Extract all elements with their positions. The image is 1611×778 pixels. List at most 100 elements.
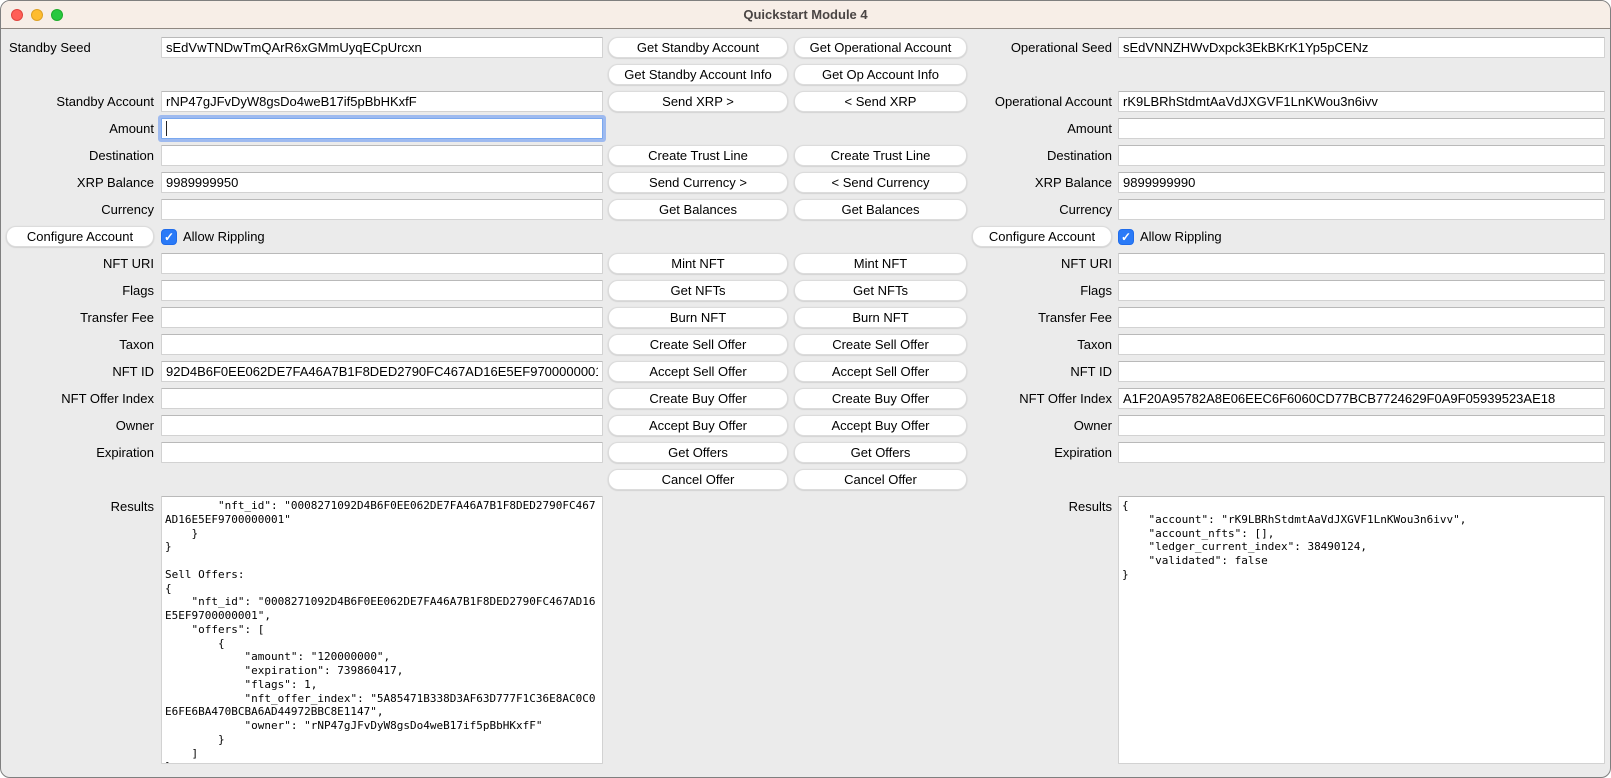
standby-burn-nft-button[interactable]: Burn NFT [608, 307, 788, 328]
operational-nft-uri-label: NFT URI [972, 256, 1112, 271]
operational-create-trust-line-button[interactable]: Create Trust Line [794, 145, 967, 166]
standby-mint-nft-button[interactable]: Mint NFT [608, 253, 788, 274]
standby-nft-id-input[interactable] [161, 361, 603, 382]
operational-xrp-balance-label: XRP Balance [972, 175, 1112, 190]
row-nft-uri: NFT URI Mint NFT Mint NFT NFT URI [6, 253, 1604, 274]
operational-nft-offer-index-input[interactable] [1118, 388, 1605, 409]
get-standby-account-button[interactable]: Get Standby Account [608, 37, 788, 58]
send-currency-right-button[interactable]: Send Currency > [608, 172, 788, 193]
operational-taxon-input[interactable] [1118, 334, 1605, 355]
operational-create-sell-offer-button[interactable]: Create Sell Offer [794, 334, 967, 355]
operational-burn-nft-button[interactable]: Burn NFT [794, 307, 967, 328]
standby-seed-label: Standby Seed [6, 40, 154, 55]
operational-allow-rippling-checkbox[interactable]: ✓ [1118, 229, 1134, 245]
operational-xrp-balance-input[interactable] [1118, 172, 1605, 193]
send-xrp-left-button[interactable]: < Send XRP [794, 91, 967, 112]
standby-expiration-label: Expiration [6, 445, 154, 460]
operational-seed-label: Operational Seed [972, 40, 1112, 55]
close-button-icon[interactable] [11, 9, 23, 21]
operational-mint-nft-button[interactable]: Mint NFT [794, 253, 967, 274]
standby-amount-input[interactable] [161, 118, 603, 139]
standby-get-balances-button[interactable]: Get Balances [608, 199, 788, 220]
operational-get-balances-button[interactable]: Get Balances [794, 199, 967, 220]
operational-results-label: Results [972, 496, 1112, 514]
operational-configure-account-button[interactable]: Configure Account [972, 226, 1112, 247]
operational-results-textarea[interactable]: { "account": "rK9LBRhStdmtAaVdJXGVF1LnKW… [1118, 496, 1605, 764]
standby-xrp-balance-label: XRP Balance [6, 175, 154, 190]
row-owner: Owner Accept Buy Offer Accept Buy Offer … [6, 415, 1604, 436]
operational-account-label: Operational Account [972, 94, 1112, 109]
send-currency-left-button[interactable]: < Send Currency [794, 172, 967, 193]
operational-amount-label: Amount [972, 121, 1112, 136]
operational-get-nfts-button[interactable]: Get NFTs [794, 280, 967, 301]
operational-allow-rippling-group: ✓ Allow Rippling [1118, 226, 1605, 247]
operational-accept-buy-offer-button[interactable]: Accept Buy Offer [794, 415, 967, 436]
standby-cancel-offer-button[interactable]: Cancel Offer [608, 469, 788, 490]
row-currency: Currency Get Balances Get Balances Curre… [6, 199, 1604, 220]
row-taxon: Taxon Create Sell Offer Create Sell Offe… [6, 334, 1604, 355]
standby-destination-label: Destination [6, 148, 154, 163]
standby-transfer-fee-label: Transfer Fee [6, 310, 154, 325]
standby-account-input[interactable] [161, 91, 603, 112]
standby-owner-input[interactable] [161, 415, 603, 436]
standby-get-nfts-button[interactable]: Get NFTs [608, 280, 788, 301]
title-bar[interactable]: Quickstart Module 4 [1, 1, 1610, 29]
operational-transfer-fee-input[interactable] [1118, 307, 1605, 328]
standby-expiration-input[interactable] [161, 442, 603, 463]
operational-nft-uri-input[interactable] [1118, 253, 1605, 274]
standby-currency-input[interactable] [161, 199, 603, 220]
operational-owner-label: Owner [972, 418, 1112, 433]
operational-destination-input[interactable] [1118, 145, 1605, 166]
operational-accept-sell-offer-button[interactable]: Accept Sell Offer [794, 361, 967, 382]
standby-results-textarea[interactable]: "nft_id": "0008271092D4B6F0EE062DE7FA46A… [161, 496, 603, 764]
operational-currency-input[interactable] [1118, 199, 1605, 220]
standby-allow-rippling-checkbox[interactable]: ✓ [161, 229, 177, 245]
operational-cancel-offer-button[interactable]: Cancel Offer [794, 469, 967, 490]
operational-flags-label: Flags [972, 283, 1112, 298]
operational-get-offers-button[interactable]: Get Offers [794, 442, 967, 463]
operational-owner-input[interactable] [1118, 415, 1605, 436]
standby-allow-rippling-label: Allow Rippling [183, 229, 265, 244]
operational-allow-rippling-label: Allow Rippling [1140, 229, 1222, 244]
operational-expiration-input[interactable] [1118, 442, 1605, 463]
get-operational-account-button[interactable]: Get Operational Account [794, 37, 967, 58]
standby-configure-account-button[interactable]: Configure Account [6, 226, 154, 247]
row-amount: Amount Amount [6, 118, 1604, 139]
operational-nft-id-input[interactable] [1118, 361, 1605, 382]
operational-flags-input[interactable] [1118, 280, 1605, 301]
standby-flags-label: Flags [6, 283, 154, 298]
standby-accept-sell-offer-button[interactable]: Accept Sell Offer [608, 361, 788, 382]
standby-create-trust-line-button[interactable]: Create Trust Line [608, 145, 788, 166]
send-xrp-right-button[interactable]: Send XRP > [608, 91, 788, 112]
standby-create-buy-offer-button[interactable]: Create Buy Offer [608, 388, 788, 409]
standby-amount-label: Amount [6, 121, 154, 136]
standby-create-sell-offer-button[interactable]: Create Sell Offer [608, 334, 788, 355]
get-op-account-info-button[interactable]: Get Op Account Info [794, 64, 967, 85]
standby-flags-input[interactable] [161, 280, 603, 301]
standby-taxon-input[interactable] [161, 334, 603, 355]
operational-create-buy-offer-button[interactable]: Create Buy Offer [794, 388, 967, 409]
standby-accept-buy-offer-button[interactable]: Accept Buy Offer [608, 415, 788, 436]
standby-owner-label: Owner [6, 418, 154, 433]
standby-get-offers-button[interactable]: Get Offers [608, 442, 788, 463]
operational-amount-input[interactable] [1118, 118, 1605, 139]
main-content: Standby Seed Get Standby Account Get Ope… [1, 29, 1610, 764]
standby-nft-offer-index-input[interactable] [161, 388, 603, 409]
operational-seed-input[interactable] [1118, 37, 1605, 58]
get-standby-account-info-button[interactable]: Get Standby Account Info [608, 64, 788, 85]
operational-account-input[interactable] [1118, 91, 1605, 112]
standby-nft-offer-index-label: NFT Offer Index [6, 391, 154, 406]
row-account-info: Get Standby Account Info Get Op Account … [6, 64, 1604, 85]
row-transfer-fee: Transfer Fee Burn NFT Burn NFT Transfer … [6, 307, 1604, 328]
standby-transfer-fee-input[interactable] [161, 307, 603, 328]
zoom-button-icon[interactable] [51, 9, 63, 21]
operational-destination-label: Destination [972, 148, 1112, 163]
standby-destination-input[interactable] [161, 145, 603, 166]
row-expiration: Expiration Get Offers Get Offers Expirat… [6, 442, 1604, 463]
standby-nft-uri-input[interactable] [161, 253, 603, 274]
row-destination: Destination Create Trust Line Create Tru… [6, 145, 1604, 166]
minimize-button-icon[interactable] [31, 9, 43, 21]
operational-nft-id-label: NFT ID [972, 364, 1112, 379]
standby-xrp-balance-input[interactable] [161, 172, 603, 193]
standby-seed-input[interactable] [161, 37, 603, 58]
